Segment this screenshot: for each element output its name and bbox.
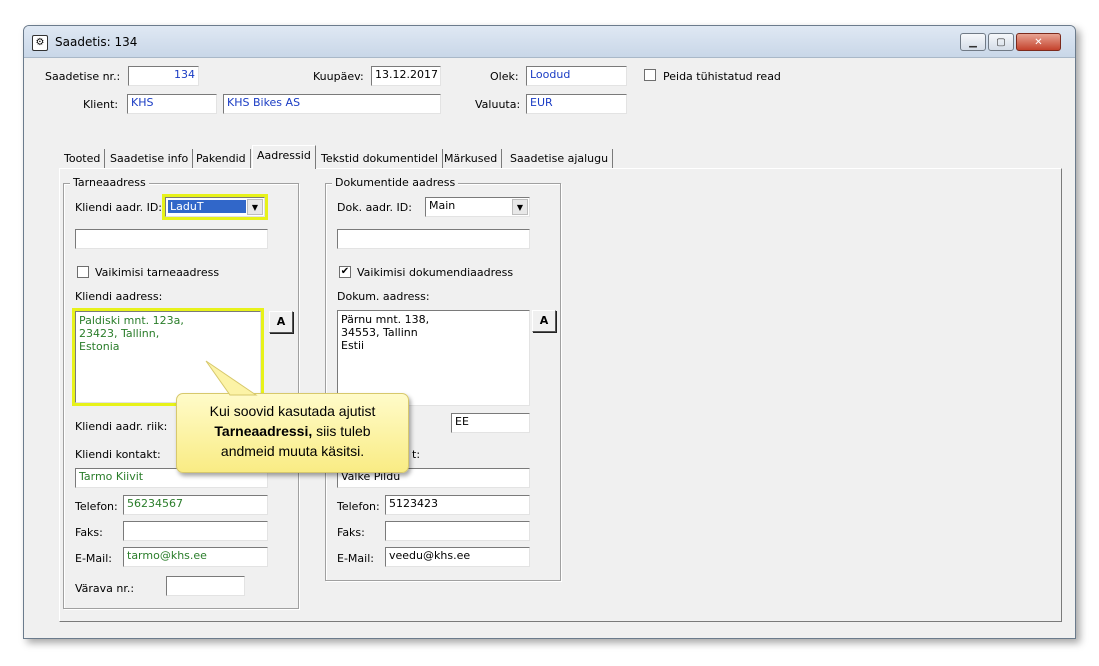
- chevron-down-icon[interactable]: ▼: [512, 199, 528, 215]
- minimize-button[interactable]: ▁: [960, 33, 986, 51]
- shipment-window: ⚙ Saadetis: 134 ▁ ▢ ✕ Saadetise nr.: 134…: [23, 25, 1076, 639]
- delivery-addr-id-label: Kliendi aadr. ID:: [75, 201, 162, 214]
- document-country-field[interactable]: EE: [451, 413, 530, 433]
- tab-saadetise-ajalugu[interactable]: Saadetise ajalugu: [506, 149, 614, 169]
- document-addr-id-value: Main: [429, 199, 456, 212]
- document-phone-field[interactable]: 5123423: [385, 495, 530, 515]
- window-title: Saadetis: 134: [55, 35, 138, 49]
- shipment-no-label: Saadetise nr.:: [45, 70, 121, 83]
- client-name-field[interactable]: KHS Bikes AS: [223, 94, 441, 114]
- currency-field[interactable]: EUR: [526, 94, 627, 114]
- delivery-fax-label: Faks:: [75, 526, 103, 539]
- tooltip-tail: [205, 360, 258, 396]
- tooltip-line-1: Kui soovid kasutada ajutist: [209, 403, 376, 419]
- maximize-button[interactable]: ▢: [988, 33, 1014, 51]
- tooltip-line-3: andmeid muuta käsitsi.: [220, 443, 365, 459]
- delivery-phone-field[interactable]: 56234567: [123, 495, 268, 515]
- status-field[interactable]: Loodud: [526, 66, 627, 86]
- delivery-default-label: Vaikimisi tarneaadress: [95, 266, 220, 279]
- document-contact-label: t:: [412, 448, 421, 461]
- document-default-checkbox[interactable]: ✔: [339, 266, 351, 278]
- document-addr-extra-field[interactable]: [337, 229, 530, 249]
- hide-cancelled-label: Peida tühistatud read: [663, 70, 781, 83]
- tab-markused[interactable]: Märkused: [440, 149, 503, 169]
- delivery-group-title: Tarneaadress: [70, 176, 149, 189]
- document-address-textarea[interactable]: Pärnu mnt. 138, 34553, Tallinn Estii: [337, 310, 530, 406]
- tab-saadetise-info[interactable]: Saadetise info: [106, 149, 194, 169]
- shipment-no-field[interactable]: 134: [128, 66, 199, 86]
- delivery-address-a-button[interactable]: A: [269, 311, 293, 333]
- tooltip-bold-term: Tarneaadressi,: [214, 423, 313, 439]
- delivery-email-field[interactable]: tarmo@khs.ee: [123, 547, 268, 567]
- delivery-fax-field[interactable]: [123, 521, 268, 541]
- hide-cancelled-checkbox[interactable]: [644, 69, 656, 81]
- date-label: Kuupäev:: [313, 70, 364, 83]
- tooltip-callout: Kui soovid kasutada ajutist Tarneaadress…: [176, 393, 409, 473]
- tab-aadressid[interactable]: Aadressid: [252, 145, 316, 169]
- delivery-addr-id-combo[interactable]: LaduT ▼: [165, 197, 265, 217]
- delivery-gate-field[interactable]: [166, 576, 245, 596]
- tooltip-line-2: Tarneaadressi, siis tuleb: [177, 421, 408, 441]
- document-email-field[interactable]: veedu@khs.ee: [385, 547, 530, 567]
- delivery-contact-label: Kliendi kontakt:: [75, 448, 161, 461]
- close-button[interactable]: ✕: [1016, 33, 1061, 51]
- delivery-email-label: E-Mail:: [75, 552, 112, 565]
- document-group-title: Dokumentide aadress: [332, 176, 459, 189]
- delivery-phone-label: Telefon:: [75, 500, 118, 513]
- delivery-address-label: Kliendi aadress:: [75, 290, 163, 303]
- chevron-down-icon[interactable]: ▼: [247, 199, 263, 215]
- document-fax-label: Faks:: [337, 526, 365, 539]
- delivery-country-label: Kliendi aadr. riik:: [75, 420, 168, 433]
- delivery-addr-extra-field[interactable]: [75, 229, 268, 249]
- date-field[interactable]: 13.12.2017: [371, 66, 441, 86]
- document-addr-id-combo[interactable]: Main ▼: [425, 197, 530, 217]
- document-phone-label: Telefon:: [337, 500, 380, 513]
- document-email-label: E-Mail:: [337, 552, 374, 565]
- client-label: Klient:: [83, 98, 119, 111]
- tab-tooted[interactable]: Tooted: [60, 149, 106, 169]
- document-fax-field[interactable]: [385, 521, 530, 541]
- delivery-addr-id-value: LaduT: [168, 200, 246, 213]
- delivery-default-checkbox[interactable]: [77, 266, 89, 278]
- tab-pakendid[interactable]: Pakendid: [192, 149, 251, 169]
- tab-tekstid-dokumentidel[interactable]: Tekstid dokumentidel: [317, 149, 443, 169]
- currency-label: Valuuta:: [475, 98, 521, 111]
- document-default-label: Vaikimisi dokumendiaadress: [357, 266, 514, 279]
- app-icon: ⚙: [32, 35, 48, 51]
- document-address-label: Dokum. aadress:: [337, 290, 430, 303]
- client-code-field[interactable]: KHS: [127, 94, 217, 114]
- document-addr-id-label: Dok. aadr. ID:: [337, 201, 412, 214]
- status-label: Olek:: [490, 70, 519, 83]
- delivery-gate-label: Värava nr.:: [75, 582, 135, 595]
- title-bar: ⚙ Saadetis: 134 ▁ ▢ ✕: [24, 26, 1075, 58]
- document-address-a-button[interactable]: A: [532, 310, 556, 332]
- tooltip-line-2-rest: siis tuleb: [312, 423, 371, 439]
